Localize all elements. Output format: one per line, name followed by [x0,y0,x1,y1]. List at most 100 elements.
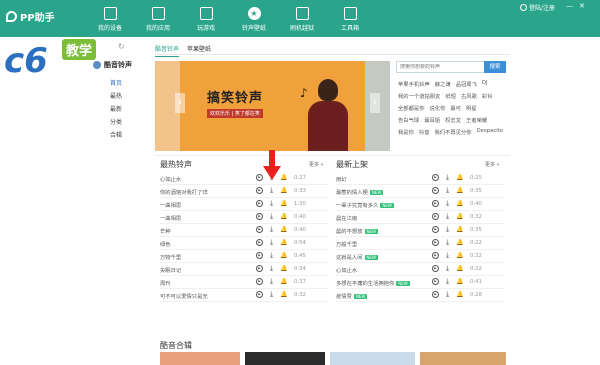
download-icon[interactable]: ⤓ [444,278,451,285]
tag-link[interactable]: 薛之谦 [435,80,451,92]
download-icon[interactable]: ⤓ [444,187,451,194]
song-title[interactable]: 绿色 [160,240,171,248]
download-icon[interactable]: ⤓ [444,252,451,259]
refresh-icon[interactable]: ↻ [118,42,125,51]
song-title[interactable]: 你的酒馆对我打了烊 [160,188,208,196]
sidebar-item-category[interactable]: 分类 [110,117,152,130]
ringtone-bell-icon[interactable]: 🔔 [280,265,287,272]
song-title[interactable]: 多想在平庸的生活拥抱你 NEW [336,279,410,287]
album-card[interactable] [420,352,506,365]
tag-link[interactable]: 品冠周飞 [456,80,477,92]
download-icon[interactable]: ⤓ [444,174,451,181]
tag-link[interactable]: DJ [482,80,488,92]
tag-link[interactable]: 苹果手机铃声 [398,80,430,92]
minimize-icon[interactable]: — [566,2,573,10]
sidebar-item-newest[interactable]: 最新 [110,104,152,117]
tag-link[interactable]: 抖音 [419,128,430,140]
play-icon[interactable]: ▶ [432,226,439,233]
nav-item-apps[interactable]: 我的应用 [134,3,182,35]
hot-more-link[interactable]: 更多 » [309,161,324,168]
song-title[interactable]: 万物千里 [160,253,181,261]
tag-link[interactable]: 彩铃 [482,92,493,104]
song-title[interactable]: 这就是人间 NEW [336,253,378,261]
tag-link[interactable]: 纸短 [445,92,456,104]
search-button[interactable]: 搜索 [484,61,506,73]
song-title[interactable]: 晨在江南 [336,214,357,222]
ringtone-bell-icon[interactable]: 🔔 [456,187,463,194]
ringtone-bell-icon[interactable]: 🔔 [456,200,463,207]
ringtone-bell-icon[interactable]: 🔔 [280,187,287,194]
play-icon[interactable]: ▶ [256,265,263,272]
ringtone-bell-icon[interactable]: 🔔 [456,252,463,259]
download-icon[interactable]: ⤓ [444,265,451,272]
download-icon[interactable]: ⤓ [268,239,275,246]
download-icon[interactable]: ⤓ [444,213,451,220]
play-icon[interactable]: ▶ [256,291,263,298]
ringtone-bell-icon[interactable]: 🔔 [280,278,287,285]
song-title[interactable]: 最惹的情人梗 NEW [336,188,384,196]
search-input[interactable] [400,64,480,70]
song-title[interactable]: 万般千里 [336,240,357,248]
ringtone-bell-icon[interactable]: 🔔 [280,239,287,246]
play-icon[interactable]: ▶ [256,200,263,207]
tab-wallpapers[interactable]: 苹果壁纸 [187,44,211,57]
sidebar-item-hottest[interactable]: 最热 [110,91,152,104]
ringtone-bell-icon[interactable]: 🔔 [280,213,287,220]
sidebar-item-collection[interactable]: 合辑 [110,130,152,143]
tag-link[interactable]: 全部都是你 [398,104,425,116]
sidebar-item-home[interactable]: 首页 [110,78,152,91]
banner-carousel[interactable]: 搞笑铃声 欢欢乐乐 | 笑了都在笑 ♪ ‹ › [155,61,390,151]
banner-prev-icon[interactable]: ‹ [175,93,185,113]
close-icon[interactable]: ✕ [579,2,585,10]
tag-link[interactable]: 最耳姐 [424,116,440,128]
login-button[interactable]: 登陆/注册 [520,3,555,12]
play-icon[interactable]: ▶ [432,200,439,207]
ringtone-bell-icon[interactable]: 🔔 [456,278,463,285]
song-title[interactable]: 一曲相思 [160,201,181,209]
play-icon[interactable]: ▶ [432,187,439,194]
album-card[interactable] [330,352,415,365]
tag-link[interactable]: 我是你 [398,128,414,140]
song-title[interactable]: 疫情赞 NEW [336,292,368,300]
tag-link[interactable]: 最可 [450,104,461,116]
download-icon[interactable]: ⤓ [268,213,275,220]
download-icon[interactable]: ⤓ [268,265,275,272]
song-title[interactable]: 雨幻 [336,175,347,183]
album-card[interactable] [160,352,240,365]
play-icon[interactable]: ▶ [256,239,263,246]
play-icon[interactable]: ▶ [432,213,439,220]
ringtone-bell-icon[interactable]: 🔔 [280,291,287,298]
download-icon[interactable]: ⤓ [268,226,275,233]
nav-item-gamepad[interactable]: 玩游戏 [182,3,230,35]
play-icon[interactable]: ▶ [256,226,263,233]
download-icon[interactable]: ⤓ [444,239,451,246]
play-icon[interactable]: ▶ [256,252,263,259]
play-icon[interactable]: ▶ [432,252,439,259]
nav-item-refresh[interactable]: 刷机越狱 [278,3,326,35]
song-title[interactable]: 芒种 [160,227,171,235]
new-more-link[interactable]: 更多 » [485,161,500,168]
ringtone-bell-icon[interactable]: 🔔 [456,226,463,233]
ringtone-bell-icon[interactable]: 🔔 [280,174,287,181]
download-icon[interactable]: ⤓ [268,291,275,298]
ringtone-bell-icon[interactable]: 🔔 [456,213,463,220]
ringtone-bell-icon[interactable]: 🔔 [456,291,463,298]
play-icon[interactable]: ▶ [256,213,263,220]
ringtone-bell-icon[interactable]: 🔔 [456,265,463,272]
play-icon[interactable]: ▶ [256,174,263,181]
album-card[interactable] [245,352,325,365]
tag-link[interactable]: 古风歌 [461,92,477,104]
tag-link[interactable]: Despacito [477,128,503,140]
song-title[interactable]: 一辈子究竟有多久 NEW [336,201,394,209]
nav-item-toolbox[interactable]: 工具箱 [326,3,374,35]
play-icon[interactable]: ▶ [432,291,439,298]
nav-item-device[interactable]: 我的设备 [86,3,134,35]
song-title[interactable]: 晨的不想放 NEW [336,227,378,235]
song-title[interactable]: 心如止水 [336,266,357,274]
play-icon[interactable]: ▶ [432,174,439,181]
tag-link[interactable]: 我们不再见分你 [435,128,472,140]
play-icon[interactable]: ▶ [432,239,439,246]
nav-item-star[interactable]: 铃声壁纸 [230,3,278,35]
download-icon[interactable]: ⤓ [268,200,275,207]
download-icon[interactable]: ⤓ [268,252,275,259]
